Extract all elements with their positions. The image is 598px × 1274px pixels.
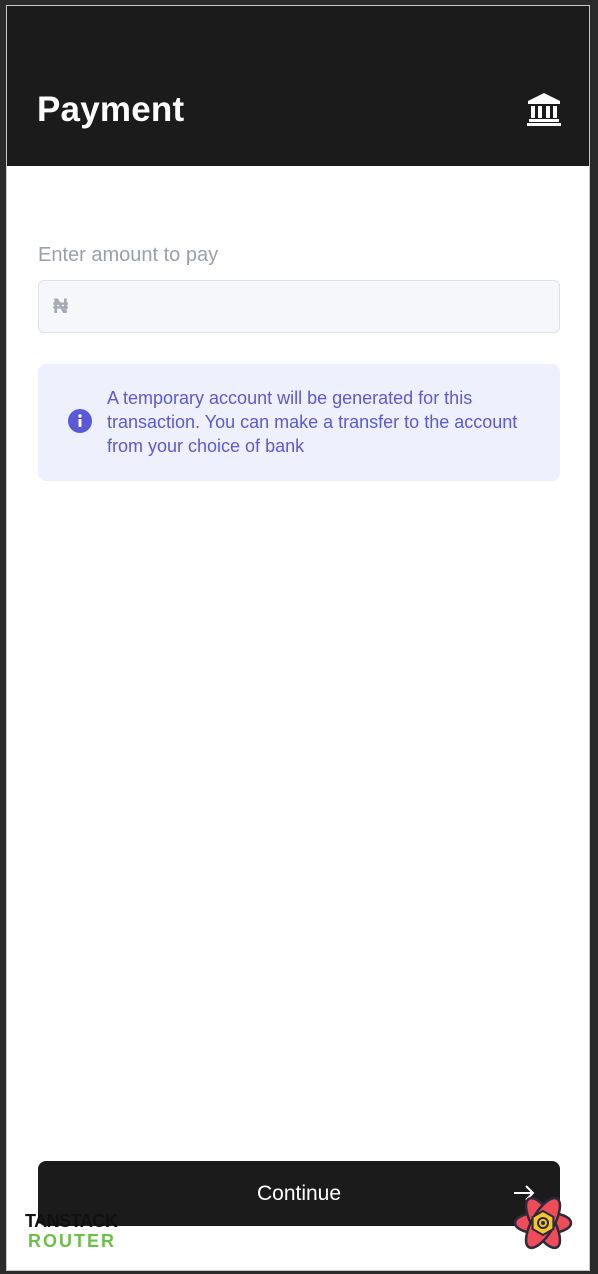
router-logo-text: ROUTER	[28, 1231, 116, 1251]
naira-currency-icon: ₦	[53, 295, 69, 318]
amount-label: Enter amount to pay	[38, 244, 219, 266]
info-icon	[68, 409, 92, 433]
amount-field[interactable]: ₦	[38, 280, 560, 334]
app-screen: Payment Enter amount to pay ₦ A temporar…	[6, 5, 590, 1271]
react-query-logo-icon[interactable]	[512, 1192, 574, 1254]
info-notice: A temporary account will be generated fo…	[38, 364, 560, 481]
tanstack-logo-text: TANSTACK	[25, 1211, 118, 1231]
bank-icon[interactable]	[527, 92, 561, 126]
page-header: Payment	[7, 6, 589, 166]
continue-button-label: Continue	[256, 1182, 342, 1205]
page-title: Payment	[37, 90, 185, 129]
amount-input[interactable]	[83, 281, 547, 334]
info-message: A temporary account will be generated fo…	[107, 388, 518, 456]
tanstack-router-devtools-toggle[interactable]: TANSTACK ROUTER	[25, 1212, 135, 1252]
